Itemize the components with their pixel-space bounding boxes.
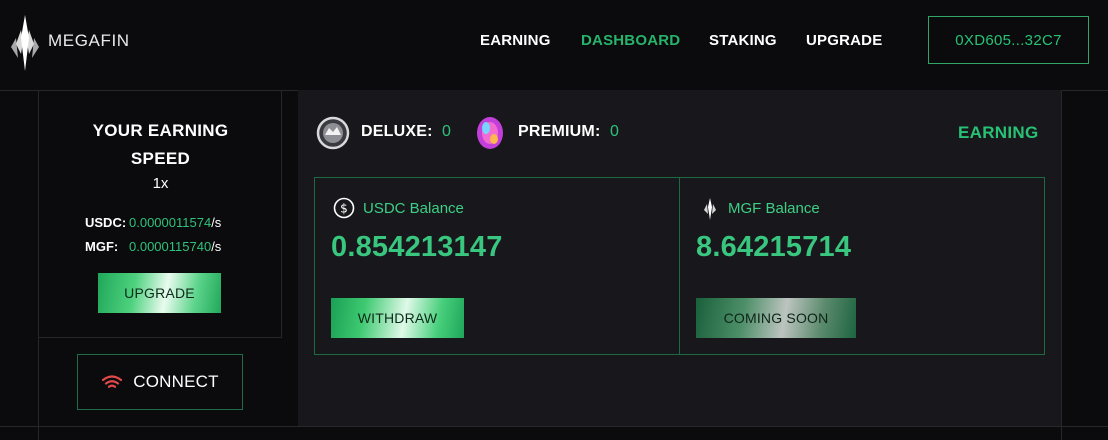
megafin-logo-icon[interactable] <box>10 14 40 72</box>
sidebar-right-line <box>281 90 282 337</box>
wallet-address-button[interactable]: 0XD605...32C7 <box>928 16 1089 64</box>
usdc-rate-row: USDC: 0.0000011574/s <box>85 215 221 230</box>
connect-label: CONNECT <box>133 372 219 391</box>
premium-label: PREMIUM: <box>518 123 601 140</box>
nav-earning[interactable]: EARNING <box>480 32 551 49</box>
footer-divider <box>0 426 1108 427</box>
earning-tab[interactable]: EARNING <box>958 123 1039 143</box>
usdc-rate-value: 0.0000011574 <box>129 215 212 230</box>
nav-upgrade[interactable]: UPGRADE <box>806 32 882 49</box>
nav-dashboard[interactable]: DASHBOARD <box>581 32 680 49</box>
premium-badge-icon <box>477 117 503 149</box>
deluxe-count: 0 <box>442 123 451 140</box>
usdc-rate-unit: /s <box>211 215 222 230</box>
withdraw-button[interactable]: WITHDRAW <box>331 298 464 338</box>
usdc-balance-label: USDC Balance <box>363 200 464 217</box>
mgf-rate-value: 0.0000115740 <box>129 239 212 254</box>
usdc-rate-label: USDC: <box>85 215 127 230</box>
wifi-signal-icon <box>102 375 123 388</box>
coming-soon-button: COMING SOON <box>696 298 856 338</box>
dollar-circle-icon: $ <box>333 197 355 219</box>
megafin-diamond-icon <box>704 198 716 220</box>
mgf-rate-row: MGF: 0.0000115740/s <box>85 239 221 254</box>
earning-speed-title-line1: YOUR EARNING <box>92 121 229 140</box>
deluxe-label: DELUXE: <box>361 123 433 140</box>
top-header: MEGAFIN EARNING DASHBOARD STAKING UPGRAD… <box>0 0 1108 90</box>
svg-text:$: $ <box>340 202 348 216</box>
mgf-rate-label: MGF: <box>85 239 119 254</box>
mgf-rate-unit: /s <box>211 239 222 254</box>
mgf-balance-value: 8.64215714 <box>696 231 852 263</box>
balances-divider <box>679 177 680 355</box>
nav-staking[interactable]: STAKING <box>709 32 777 49</box>
mgf-balance-label: MGF Balance <box>728 200 820 217</box>
usdc-balance-value: 0.854213147 <box>331 231 503 263</box>
earning-speed-title: YOUR EARNING SPEED <box>40 117 281 173</box>
brand-name[interactable]: MEGAFIN <box>48 31 130 51</box>
earning-speed-title-line2: SPEED <box>130 149 191 168</box>
right-column-line <box>1061 90 1062 440</box>
speed-multiplier: 1x <box>152 175 169 192</box>
connect-button[interactable]: CONNECT <box>77 354 243 410</box>
deluxe-badge-icon <box>316 116 350 150</box>
upgrade-button[interactable]: UPGRADE <box>98 273 221 313</box>
left-column-line <box>38 90 39 440</box>
premium-count: 0 <box>610 123 619 140</box>
sidebar-bottom-line <box>38 337 282 338</box>
